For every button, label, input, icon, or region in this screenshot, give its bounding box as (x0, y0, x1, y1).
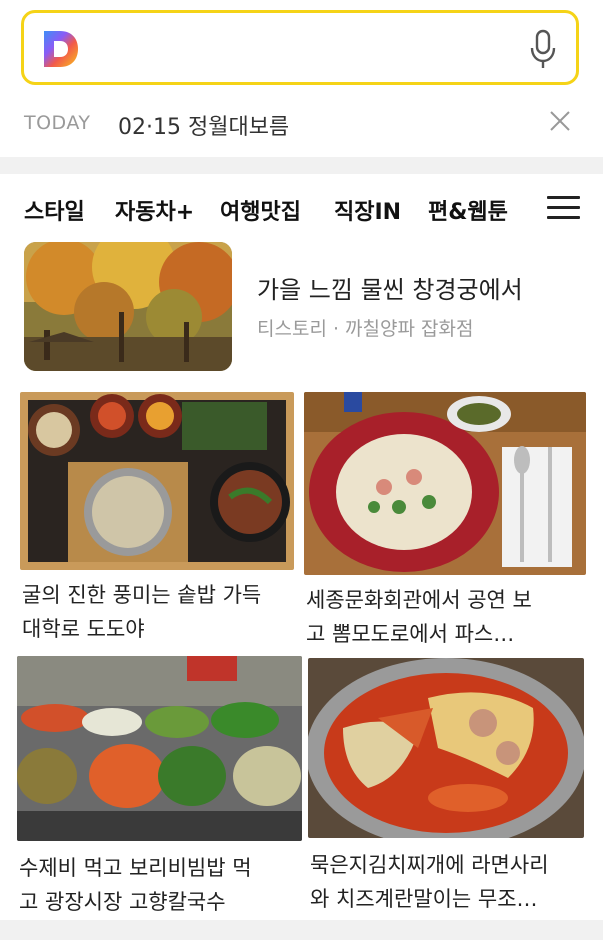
feature-title[interactable]: 가을 느낌 물씬 창경궁에서 (257, 270, 523, 305)
microphone-icon[interactable] (528, 28, 558, 70)
article-caption-line1[interactable]: 수제비 먹고 보리비빔밥 먹 (19, 851, 252, 885)
today-label: TODAY (24, 112, 91, 134)
article-thumbnail[interactable] (20, 392, 294, 570)
hamburger-menu-icon[interactable] (547, 196, 580, 220)
feature-article[interactable]: 가을 느낌 물씬 창경궁에서 티스토리 · 까칠양파 잡화점 (24, 242, 584, 371)
daum-logo-icon[interactable] (40, 29, 80, 69)
close-icon[interactable] (549, 110, 571, 132)
today-event-link[interactable]: 02·15 정월대보름 (118, 109, 289, 141)
tab-style[interactable]: 스타일 (24, 194, 85, 226)
article-caption-line2[interactable]: 와 치즈계란말이는 무조… (310, 882, 538, 916)
article-caption-line1[interactable]: 묵은지김치찌개에 라면사리 (310, 848, 549, 882)
article-caption-line1[interactable]: 세종문화회관에서 공연 보 (306, 583, 532, 617)
article-caption-line2[interactable]: 대학로 도도야 (22, 612, 145, 646)
feature-source: 티스토리 · 까칠양파 잡화점 (257, 318, 474, 340)
article-caption-line1[interactable]: 굴의 진한 풍미는 솥밥 가득 (22, 578, 261, 612)
tab-auto[interactable]: 자동차+ (115, 194, 194, 226)
article-thumbnail[interactable] (304, 392, 586, 575)
tab-work[interactable]: 직장IN (334, 194, 401, 226)
article-caption-line2[interactable]: 고 뽐모도로에서 파스… (306, 617, 514, 651)
tab-travel-food[interactable]: 여행맛집 (220, 194, 301, 226)
bottom-divider (0, 920, 603, 940)
article-card[interactable]: 세종문화회관에서 공연 보 고 뽐모도로에서 파스… (304, 392, 586, 652)
category-tabs: 스타일 자동차+ 여행맛집 직장IN 편&웹툰 (0, 190, 603, 234)
article-thumbnail[interactable] (308, 658, 584, 838)
feature-thumbnail[interactable] (24, 242, 232, 371)
search-bar[interactable] (21, 10, 579, 85)
today-banner[interactable]: TODAY 02·15 정월대보름 (0, 100, 603, 146)
tab-webtoon[interactable]: 편&웹툰 (428, 194, 508, 226)
article-card[interactable]: 굴의 진한 풍미는 솥밥 가득 대학로 도도야 (20, 392, 294, 642)
article-card[interactable]: 수제비 먹고 보리비빔밥 먹 고 광장시장 고향칼국수 (17, 656, 302, 918)
section-divider (0, 157, 603, 174)
article-card[interactable]: 묵은지김치찌개에 라면사리 와 치즈계란말이는 무조… (308, 658, 584, 918)
article-thumbnail[interactable] (17, 656, 302, 841)
article-caption-line2[interactable]: 고 광장시장 고향칼국수 (19, 885, 226, 919)
